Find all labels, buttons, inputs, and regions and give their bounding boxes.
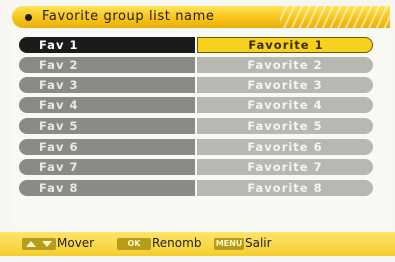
group-cell[interactable]: Fav 4 <box>19 97 195 113</box>
favorite-name-label: Favorite 4 <box>247 98 323 112</box>
favorite-group-screen: Favorite group list name Fav 1 Favorite … <box>0 0 395 262</box>
favorite-name-cell[interactable]: Favorite 2 <box>197 57 373 73</box>
header-stripes-decoration <box>280 6 390 28</box>
favorite-name-cell[interactable]: Favorite 8 <box>197 180 373 196</box>
group-label: Fav 2 <box>39 58 79 72</box>
header-bar: Favorite group list name <box>12 6 390 28</box>
favorite-name-cell[interactable]: Favorite 4 <box>197 97 373 113</box>
group-label: Fav 6 <box>39 140 79 154</box>
help-bar: Mover OK Renomb MENU Salir <box>0 232 395 256</box>
rename-hint-label: Renomb <box>152 236 202 250</box>
group-cell[interactable]: Fav 2 <box>19 57 195 73</box>
favorite-name-label: Favorite 2 <box>247 58 323 72</box>
favorite-name-label: Favorite 8 <box>247 181 323 195</box>
favorite-name-cell[interactable]: Favorite 1 <box>197 37 373 53</box>
group-cell[interactable]: Fav 3 <box>19 77 195 93</box>
group-cell[interactable]: Fav 6 <box>19 139 195 155</box>
favorite-name-label: Favorite 7 <box>247 160 323 174</box>
group-cell[interactable]: Fav 7 <box>19 159 195 175</box>
group-label: Fav 8 <box>39 181 79 195</box>
group-label: Fav 4 <box>39 98 79 112</box>
list-item[interactable]: Fav 1 Favorite 1 <box>19 37 373 53</box>
menu-key-button[interactable]: MENU <box>214 238 244 250</box>
bullet-icon <box>25 14 32 21</box>
favorite-name-label: Favorite 5 <box>247 119 323 133</box>
exit-hint-label: Salir <box>245 236 272 250</box>
favorite-name-cell[interactable]: Favorite 7 <box>197 159 373 175</box>
group-cell[interactable]: Fav 8 <box>19 180 195 196</box>
favorite-name-label: Favorite 6 <box>247 140 323 154</box>
group-label: Fav 1 <box>39 38 79 52</box>
list-item[interactable]: Fav 3 Favorite 3 <box>19 77 373 93</box>
list-item[interactable]: Fav 5 Favorite 5 <box>19 118 373 134</box>
group-cell[interactable]: Fav 5 <box>19 118 195 134</box>
group-label: Fav 3 <box>39 78 79 92</box>
list-item[interactable]: Fav 4 Favorite 4 <box>19 97 373 113</box>
arrow-up-down-icon[interactable] <box>22 238 56 250</box>
group-label: Fav 5 <box>39 119 79 133</box>
move-hint-label: Mover <box>57 236 95 250</box>
list-item[interactable]: Fav 2 Favorite 2 <box>19 57 373 73</box>
group-label: Fav 7 <box>39 160 79 174</box>
ok-key-button[interactable]: OK <box>117 238 151 250</box>
favorite-name-label: Favorite 3 <box>247 78 323 92</box>
group-cell[interactable]: Fav 1 <box>19 37 195 53</box>
list-item[interactable]: Fav 8 Favorite 8 <box>19 180 373 196</box>
list-item[interactable]: Fav 7 Favorite 7 <box>19 159 373 175</box>
favorite-name-cell[interactable]: Favorite 3 <box>197 77 373 93</box>
favorite-name-cell[interactable]: Favorite 6 <box>197 139 373 155</box>
page-title: Favorite group list name <box>42 9 215 24</box>
favorite-name-label: Favorite 1 <box>248 38 324 52</box>
favorite-name-cell[interactable]: Favorite 5 <box>197 118 373 134</box>
list-item[interactable]: Fav 6 Favorite 6 <box>19 139 373 155</box>
